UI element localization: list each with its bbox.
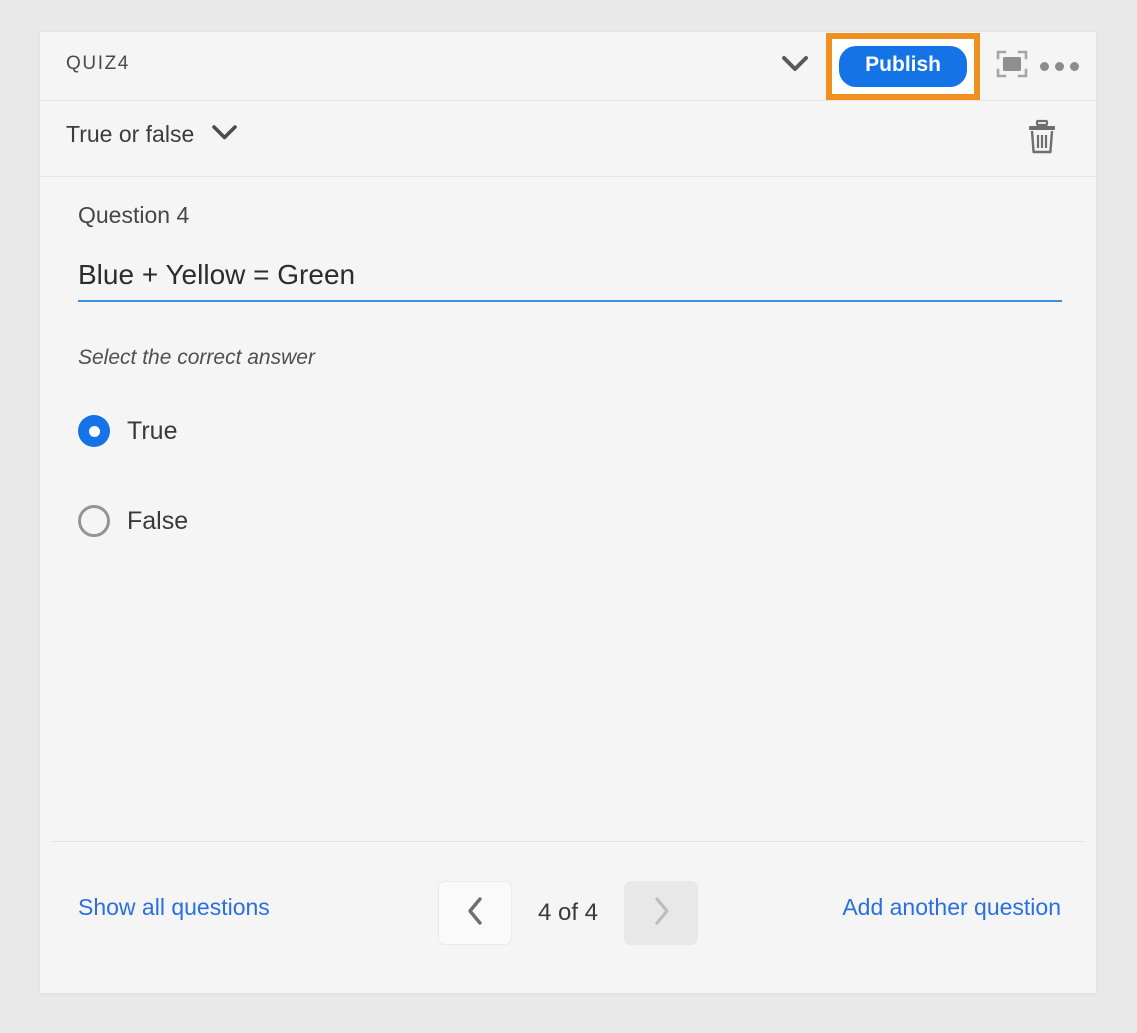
quiz-title-text: QUIZ bbox=[66, 53, 118, 74]
question-editor-body: Question 4 Select the correct answer Tru… bbox=[40, 177, 1096, 843]
radio-button-unselected[interactable] bbox=[78, 505, 110, 537]
question-type-label: True or false bbox=[66, 121, 195, 147]
more-options-icon bbox=[1054, 62, 1064, 71]
question-pager: 4 of 4 bbox=[437, 881, 699, 945]
publish-highlight: Publish bbox=[826, 33, 980, 100]
more-options-icon bbox=[1039, 62, 1049, 71]
chevron-down-icon bbox=[212, 124, 238, 145]
publish-button[interactable]: Publish bbox=[839, 46, 967, 87]
add-another-question-link[interactable]: Add another question bbox=[842, 894, 1061, 921]
collapse-button[interactable] bbox=[772, 44, 818, 90]
previous-question-button[interactable] bbox=[437, 881, 512, 945]
chevron-down-icon bbox=[782, 56, 809, 77]
quiz-header: QUIZ4 Publish bbox=[40, 32, 1096, 101]
answer-option-label: False bbox=[127, 506, 189, 535]
answer-option-true[interactable]: True bbox=[78, 415, 177, 447]
chevron-left-icon bbox=[466, 896, 484, 931]
radio-button-selected[interactable] bbox=[78, 415, 110, 447]
page-counter: 4 of 4 bbox=[537, 899, 599, 926]
quiz-footer: Show all questions 4 of 4 Add another qu… bbox=[40, 842, 1096, 993]
question-type-select[interactable]: True or false bbox=[66, 121, 238, 148]
fullscreen-icon bbox=[996, 50, 1028, 83]
next-question-button[interactable] bbox=[624, 881, 699, 945]
chevron-right-icon bbox=[652, 896, 670, 931]
more-options-icon bbox=[1069, 62, 1079, 71]
delete-question-button[interactable] bbox=[1018, 115, 1066, 163]
quiz-card: QUIZ4 Publish True or false Question 4 B… bbox=[39, 31, 1097, 994]
fullscreen-button[interactable] bbox=[990, 45, 1034, 89]
show-all-questions-link[interactable]: Show all questions bbox=[78, 894, 270, 921]
question-type-row: True or false bbox=[40, 101, 1096, 177]
question-number-label: Question 4 bbox=[78, 202, 190, 228]
select-answer-hint: Select the correct answer bbox=[78, 346, 315, 369]
more-options-button[interactable] bbox=[1036, 45, 1082, 89]
answer-option-label: True bbox=[127, 416, 178, 445]
question-field bbox=[78, 259, 1062, 302]
answer-option-false[interactable]: False bbox=[78, 505, 188, 537]
header-actions: Publish bbox=[772, 32, 1082, 101]
quiz-title-number: 4 bbox=[117, 53, 129, 74]
question-input[interactable] bbox=[78, 259, 1062, 302]
trash-icon bbox=[1026, 119, 1058, 160]
page-title: QUIZ4 bbox=[66, 53, 129, 75]
